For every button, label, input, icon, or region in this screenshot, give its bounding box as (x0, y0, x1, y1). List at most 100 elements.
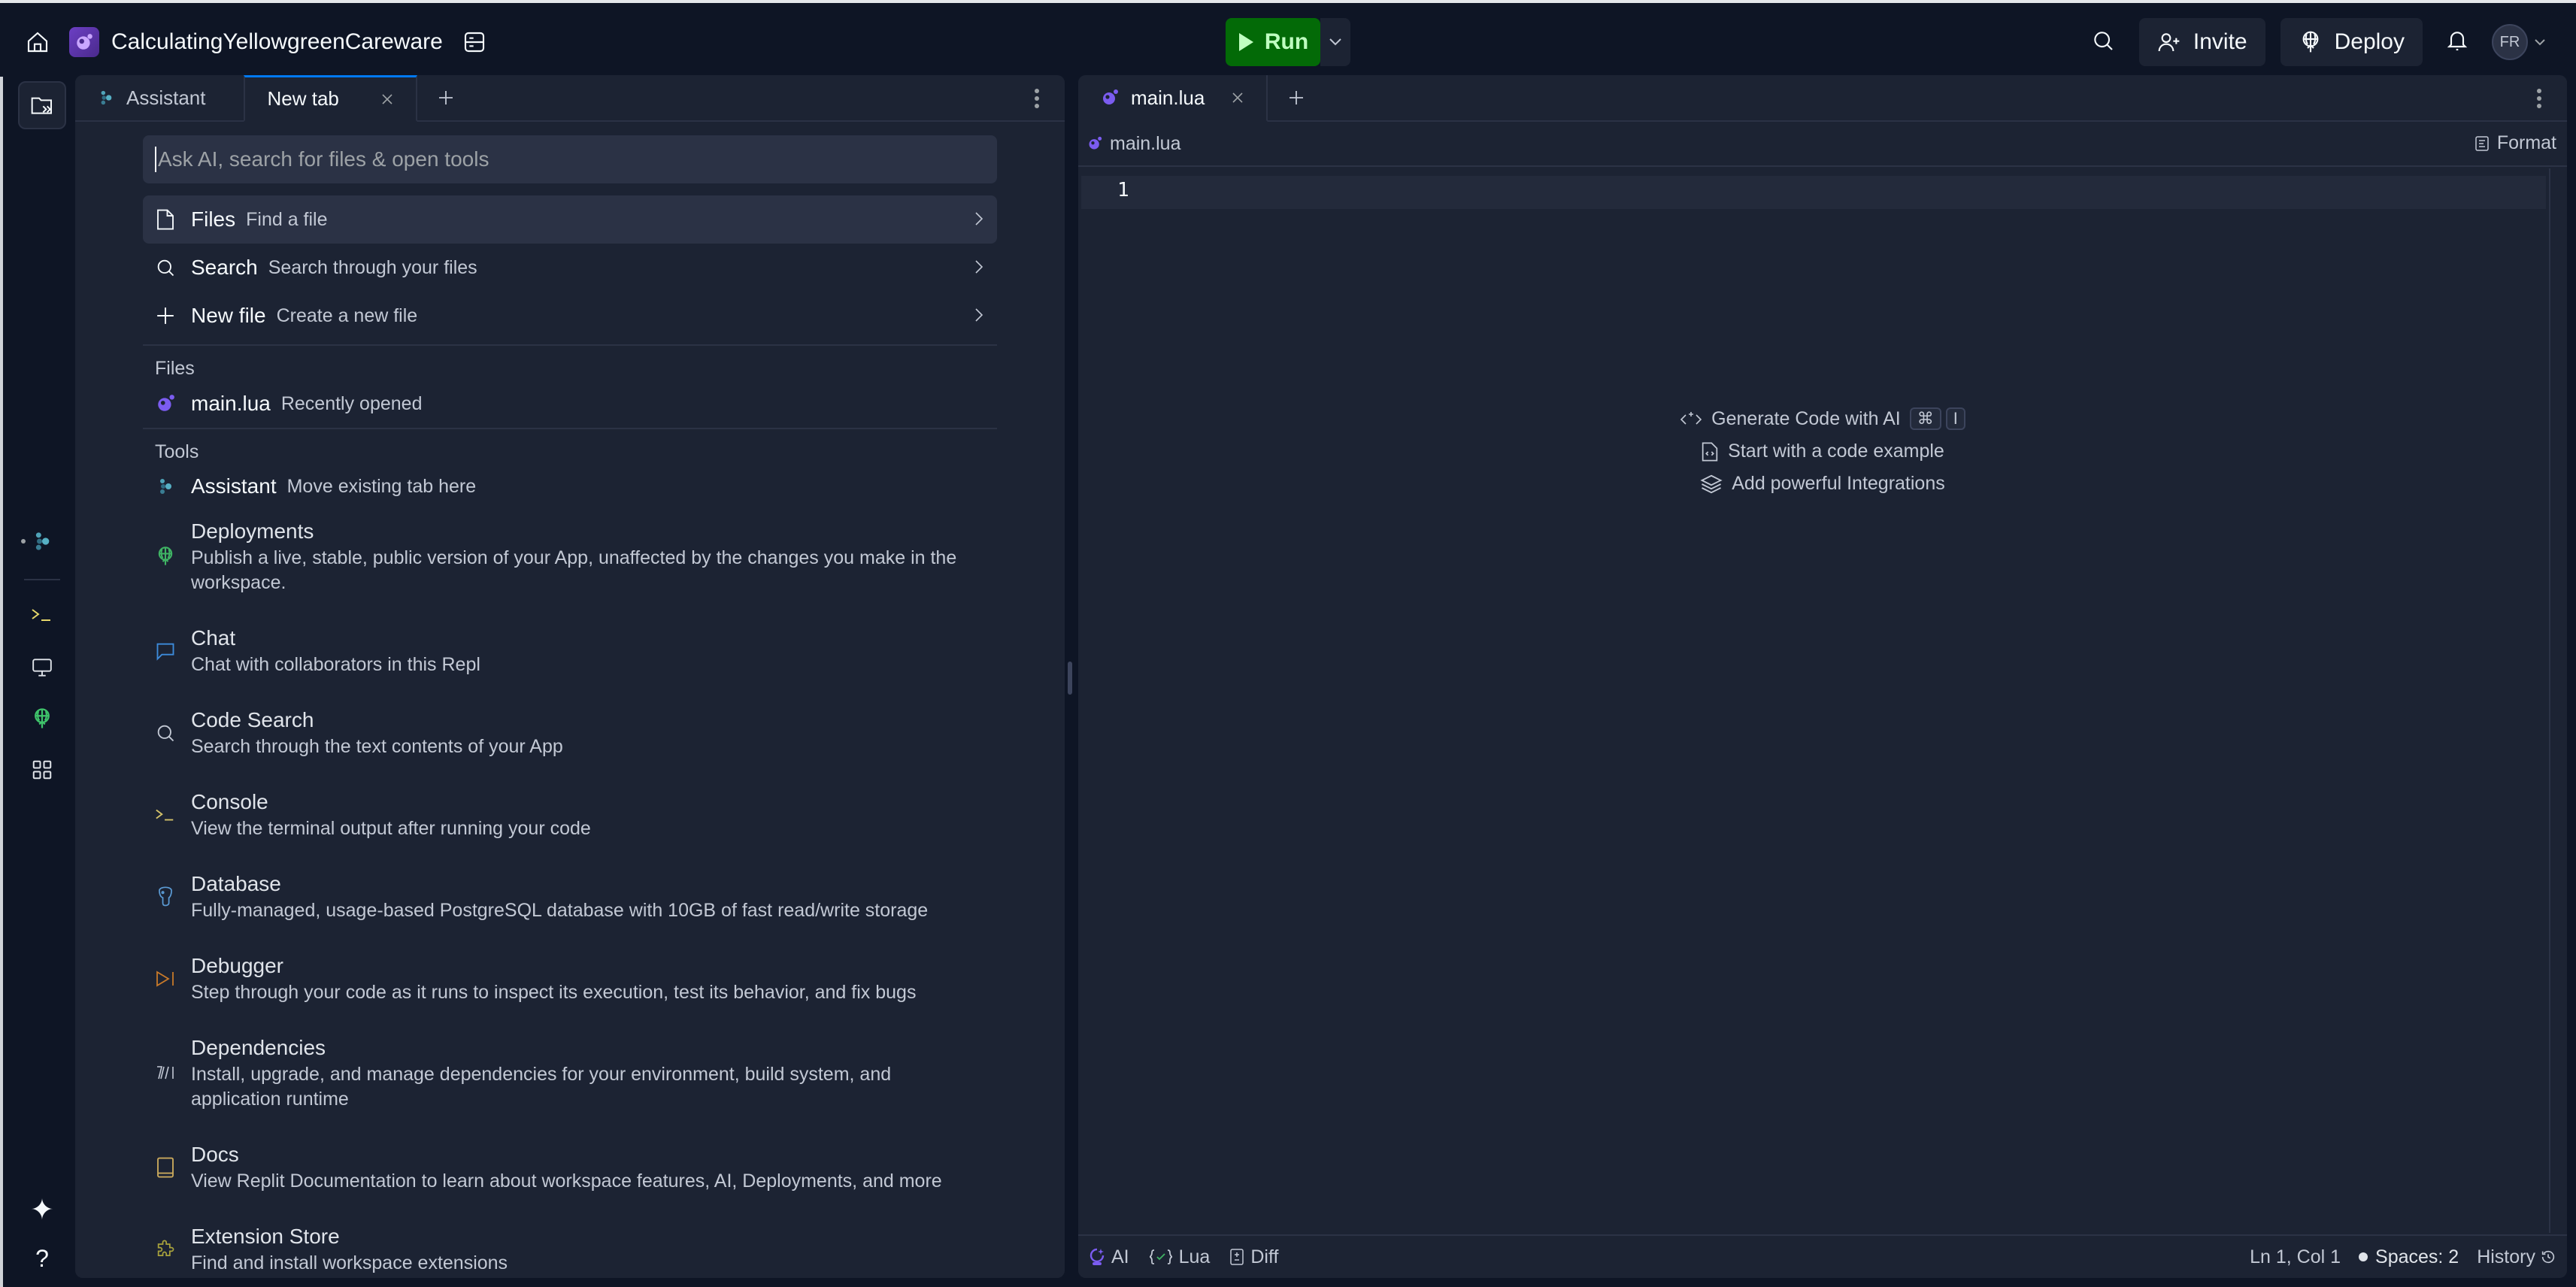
tool-desc: Step through your code as it runs to ins… (191, 982, 917, 1003)
tool-desc: View Replit Documentation to learn about… (191, 1170, 942, 1192)
tool-title: Extension Store (191, 1225, 340, 1248)
add-tab-button[interactable] (1268, 75, 1325, 120)
toggle-files-button[interactable] (18, 81, 66, 129)
close-icon[interactable] (1232, 92, 1244, 104)
command-subtitle: Find a file (246, 208, 328, 230)
tool-title: Code Search (191, 708, 314, 731)
rail-console-button[interactable] (18, 591, 66, 639)
rail-assistant-button[interactable] (18, 517, 66, 565)
command-title: Files (191, 207, 236, 231)
bell-icon[interactable] (2438, 29, 2477, 56)
console-icon (32, 609, 50, 621)
tool-extension-store[interactable]: Extension Store Find and install workspa… (143, 1218, 997, 1278)
tool-title: Dependencies (191, 1036, 326, 1059)
integrations-label: Add powerful Integrations (1732, 473, 1945, 494)
command-files[interactable]: Files Find a file (143, 195, 997, 244)
add-tab-button[interactable] (417, 75, 474, 120)
rail-help-button[interactable]: ? (18, 1234, 66, 1282)
play-icon (1238, 33, 1253, 51)
deploy-icon (2302, 31, 2319, 53)
home-icon[interactable] (26, 30, 50, 54)
folder-expand-icon (31, 97, 52, 114)
tool-code-search[interactable]: Code Search Search through the text cont… (143, 701, 997, 764)
tool-dependencies[interactable]: Dependencies Install, upgrade, and manag… (143, 1029, 997, 1116)
pane-resize-handle[interactable] (1068, 662, 1072, 695)
kbd-key: I (1945, 407, 1965, 430)
cursor-position[interactable]: Ln 1, Col 1 (2250, 1246, 2341, 1268)
tab-label: main.lua (1131, 86, 1205, 109)
recent-file-main-lua[interactable]: main.lua Recently opened (143, 384, 997, 423)
code-file-icon (1702, 441, 1718, 462)
account-menu[interactable]: FR (2492, 24, 2546, 60)
left-tab-bar: Assistant New tab (75, 75, 1065, 122)
console-icon (155, 788, 176, 841)
tab-label: New tab (267, 87, 339, 110)
plus-icon (155, 306, 176, 326)
new-tab-launcher: Ask AI, search for files & open tools Fi… (143, 135, 997, 1278)
code-example-hint[interactable]: Start with a code example (1701, 441, 1944, 462)
pane-menu-button[interactable] (1026, 87, 1048, 110)
tool-desc: View the terminal output after running y… (191, 818, 591, 839)
language-status-button[interactable]: Lua (1149, 1246, 1211, 1268)
tool-assistant[interactable]: Assistant Move existing tab here (143, 468, 997, 505)
tool-docs[interactable]: Docs View Replit Documentation to learn … (143, 1136, 997, 1198)
storage-icon[interactable] (462, 30, 486, 54)
tab-new-tab[interactable]: New tab (243, 75, 417, 122)
help-icon: ? (35, 1244, 49, 1272)
run-options-button[interactable] (1320, 18, 1350, 66)
spaces-label: Spaces: 2 (2375, 1246, 2459, 1267)
tool-title: Chat (191, 626, 236, 650)
launcher-search-input[interactable]: Ask AI, search for files & open tools (143, 135, 997, 183)
command-search[interactable]: Search Search through your files (143, 244, 997, 292)
active-line (1081, 176, 2546, 209)
command-new-file[interactable]: New file Create a new file (143, 292, 997, 340)
invite-label: Invite (2193, 29, 2247, 54)
invite-button[interactable]: Invite (2138, 18, 2265, 66)
tool-title: Docs (191, 1143, 239, 1166)
ai-icon (1089, 1248, 1105, 1265)
close-icon[interactable] (381, 93, 393, 105)
history-button[interactable]: History (2477, 1246, 2556, 1268)
tab-main-lua[interactable]: main.lua (1078, 75, 1268, 122)
tool-title: Deployments (191, 519, 314, 543)
rail-all-tools-button[interactable] (18, 746, 66, 794)
tool-subtitle: Move existing tab here (286, 475, 477, 497)
rail-webview-button[interactable] (18, 644, 66, 692)
editor-tab-bar: main.lua (1078, 75, 2567, 122)
repl-name[interactable]: CalculatingYellowgreenCareware (111, 29, 443, 55)
tool-chat[interactable]: Chat Chat with collaborators in this Rep… (143, 619, 997, 682)
tool-desc: Chat with collaborators in this Repl (191, 654, 480, 675)
tab-assistant[interactable]: Assistant (75, 75, 229, 120)
ai-status-button[interactable]: AI (1089, 1246, 1129, 1268)
tool-console[interactable]: Console View the terminal output after r… (143, 783, 997, 846)
editor-scrollbar[interactable] (2549, 168, 2567, 1233)
tool-deployments[interactable]: Deployments Publish a live, stable, publ… (143, 513, 997, 600)
diff-icon (1230, 1249, 1244, 1265)
search-icon[interactable] (2082, 29, 2124, 56)
add-user-icon (2158, 33, 2180, 52)
code-editor[interactable]: 1 Generate Code with AI ⌘ I Start with a… (1078, 168, 2567, 1233)
generate-code-hint[interactable]: Generate Code with AI ⌘ I (1680, 407, 1965, 430)
lang-label: Lua (1178, 1246, 1211, 1267)
run-button[interactable]: Run (1226, 18, 1320, 66)
rail-ai-button[interactable] (18, 1185, 66, 1233)
breadcrumb-file[interactable]: main.lua (1110, 133, 1181, 155)
tool-database[interactable]: Database Fully-managed, usage-based Post… (143, 865, 997, 928)
generate-label: Generate Code with AI (1711, 407, 1901, 429)
rail-deployments-button[interactable] (18, 695, 66, 743)
format-button[interactable]: Format (2474, 132, 2556, 154)
tool-debugger[interactable]: Debugger Step through your code as it ru… (143, 947, 997, 1010)
integrations-hint[interactable]: Add powerful Integrations (1700, 473, 1945, 495)
history-label: History (2477, 1246, 2535, 1267)
repl-logo[interactable] (69, 27, 99, 57)
monitor-icon (32, 659, 52, 677)
editor-pane: main.lua main.lua Format 1 Generate Code… (1078, 75, 2567, 1278)
diff-label: Diff (1250, 1246, 1279, 1267)
diff-button[interactable]: Diff (1229, 1246, 1278, 1268)
tool-title: Database (191, 872, 281, 895)
indent-setting[interactable]: Spaces: 2 (2359, 1246, 2459, 1268)
pane-menu-button[interactable] (2528, 87, 2550, 110)
deploy-button[interactable]: Deploy (2280, 18, 2423, 66)
assistant-icon (101, 90, 112, 105)
ai-label: AI (1111, 1246, 1129, 1267)
